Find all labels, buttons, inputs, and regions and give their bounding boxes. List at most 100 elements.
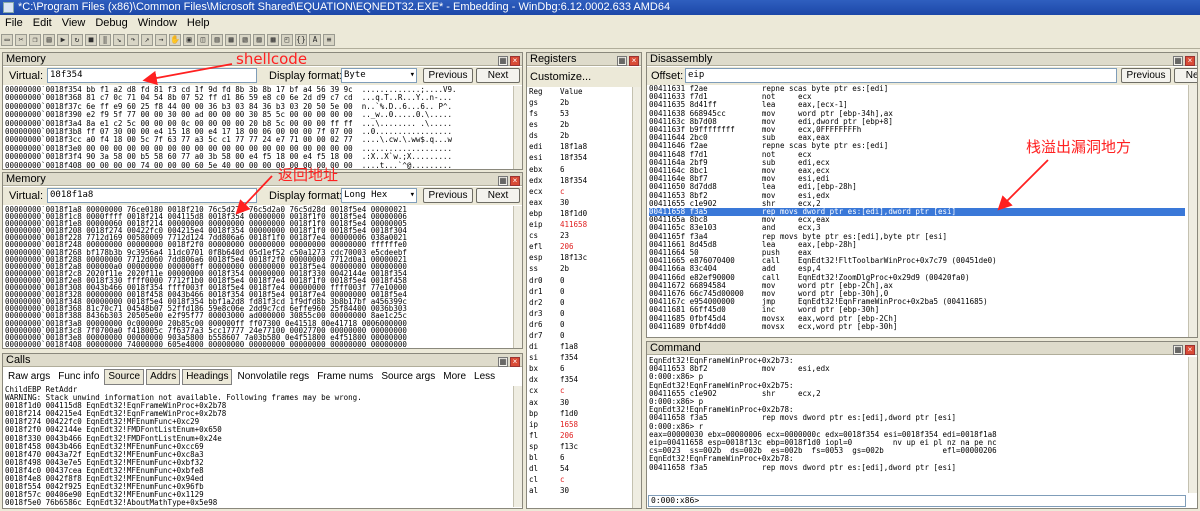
register-row[interactable]: dr1 0 <box>529 286 616 297</box>
register-value[interactable]: 18f1d0 <box>560 208 616 219</box>
close-icon[interactable]: × <box>510 56 520 66</box>
register-value[interactable]: 0 <box>560 286 616 297</box>
register-row[interactable]: si f354 <box>529 352 616 363</box>
step-out-icon[interactable]: ↗ <box>141 34 153 46</box>
register-value[interactable]: 30 <box>560 485 616 496</box>
register-value[interactable]: 206 <box>560 241 616 252</box>
pane-menu-icon[interactable]: ▦ <box>617 56 627 66</box>
register-row[interactable]: dr3 0 <box>529 308 616 319</box>
register-row[interactable]: dl 54 <box>529 463 616 474</box>
pane-menu-icon[interactable]: ▦ <box>1173 345 1183 355</box>
register-value[interactable]: c <box>560 474 616 485</box>
register-row[interactable]: bx 6 <box>529 363 616 374</box>
register-value[interactable]: 53 <box>560 108 616 119</box>
register-row[interactable]: esp 18f13c <box>529 252 616 263</box>
offset-input[interactable]: eip <box>685 68 1117 83</box>
register-value[interactable]: 411658 <box>560 219 616 230</box>
register-row[interactable]: sp f13c <box>529 441 616 452</box>
register-row[interactable]: cs 23 <box>529 230 616 241</box>
register-row[interactable]: al 30 <box>529 485 616 496</box>
register-row[interactable]: ebp 18f1d0 <box>529 208 616 219</box>
register-value[interactable]: 18f1a8 <box>560 141 616 152</box>
step-into-icon[interactable]: ↘ <box>113 34 125 46</box>
register-value[interactable]: 0 <box>560 308 616 319</box>
register-value[interactable]: 6 <box>560 452 616 463</box>
register-value[interactable]: 206 <box>560 430 616 441</box>
scrollbar[interactable] <box>513 386 522 507</box>
register-value[interactable]: 0 <box>560 319 616 330</box>
disassembly-listing[interactable]: 00411631 f2ae repne scas byte ptr es:[ed… <box>649 85 1185 337</box>
raw-args-button[interactable]: Raw args <box>5 370 53 384</box>
menu-debug[interactable]: Debug <box>90 15 132 32</box>
register-value[interactable]: 18f354 <box>560 152 616 163</box>
locals-icon[interactable]: ▥ <box>211 34 223 46</box>
copy-icon[interactable]: ❐ <box>29 34 41 46</box>
register-value[interactable]: 1658 <box>560 419 616 430</box>
register-value[interactable]: 2b <box>560 263 616 274</box>
paste-icon[interactable]: ▤ <box>43 34 55 46</box>
register-row[interactable]: dr2 0 <box>529 297 616 308</box>
register-row[interactable]: eax 30 <box>529 197 616 208</box>
register-row[interactable]: dr6 0 <box>529 319 616 330</box>
register-value[interactable]: c <box>560 186 616 197</box>
source-mode-icon[interactable]: {} <box>295 34 307 46</box>
register-row[interactable]: fl 206 <box>529 430 616 441</box>
register-value[interactable]: 0 <box>560 297 616 308</box>
close-icon[interactable]: × <box>1185 56 1195 66</box>
address-input[interactable]: 0018f1a8 <box>47 188 257 203</box>
register-value[interactable]: 54 <box>560 463 616 474</box>
menu-edit[interactable]: Edit <box>28 15 57 32</box>
register-value[interactable]: 2b <box>560 130 616 141</box>
register-row[interactable]: eip 411658 <box>529 219 616 230</box>
display-format-select[interactable]: Byte <box>341 68 417 83</box>
register-row[interactable]: dx f354 <box>529 374 616 385</box>
register-row[interactable]: edi 18f1a8 <box>529 141 616 152</box>
register-value[interactable]: 6 <box>560 363 616 374</box>
register-value[interactable]: f354 <box>560 374 616 385</box>
register-row[interactable]: di f1a8 <box>529 341 616 352</box>
register-value[interactable]: f1d0 <box>560 408 616 419</box>
less-button[interactable]: Less <box>471 370 498 384</box>
cut-icon[interactable]: ✂ <box>15 34 27 46</box>
command-input[interactable]: 0:000:x86> <box>648 495 1186 507</box>
next-button[interactable]: Next <box>476 68 520 83</box>
previous-button[interactable]: Previous <box>1121 68 1171 83</box>
customize-button[interactable]: Customize... <box>530 71 591 83</box>
more-button[interactable]: More <box>440 370 469 384</box>
disasm-icon[interactable]: ▩ <box>267 34 279 46</box>
register-value[interactable]: 0 <box>560 330 616 341</box>
call-stack-list[interactable]: ChildEBP RetAddr WARNING: Stack unwind in… <box>5 386 510 507</box>
options-icon[interactable]: ≡ <box>323 34 335 46</box>
close-icon[interactable]: × <box>629 56 639 66</box>
previous-button[interactable]: Previous <box>423 188 473 203</box>
register-value[interactable]: 6 <box>560 164 616 175</box>
register-value[interactable]: f13c <box>560 441 616 452</box>
registers-icon[interactable]: ▦ <box>225 34 237 46</box>
register-row[interactable]: bp f1d0 <box>529 408 616 419</box>
pane-menu-icon[interactable]: ▦ <box>1173 56 1183 66</box>
scrollbar[interactable] <box>632 87 641 508</box>
register-row[interactable]: esi 18f354 <box>529 152 616 163</box>
register-value[interactable]: 2b <box>560 97 616 108</box>
register-row[interactable]: cx c <box>529 385 616 396</box>
memory-dump[interactable]: 00000000`0018f354 bb f1 a2 d8 fd 81 f3 c… <box>5 86 510 169</box>
register-row[interactable]: ss 2b <box>529 263 616 274</box>
register-row[interactable]: dr7 0 <box>529 330 616 341</box>
register-row[interactable]: edx 18f354 <box>529 175 616 186</box>
memory-icon[interactable]: ▧ <box>239 34 251 46</box>
pane-menu-icon[interactable]: ▦ <box>498 56 508 66</box>
register-row[interactable]: ebx 6 <box>529 164 616 175</box>
nonvolatile-regs-button[interactable]: Nonvolatile regs <box>234 370 312 384</box>
source-button[interactable]: Source <box>104 369 145 385</box>
scrollbar[interactable] <box>1188 357 1197 493</box>
restart-icon[interactable]: ↻ <box>71 34 83 46</box>
next-button[interactable]: Next <box>476 188 520 203</box>
menu-window[interactable]: Window <box>133 15 182 32</box>
scratch-icon[interactable]: ◰ <box>281 34 293 46</box>
register-value[interactable]: f1a8 <box>560 341 616 352</box>
frame-nums-button[interactable]: Frame nums <box>314 370 376 384</box>
watch-icon[interactable]: ◫ <box>197 34 209 46</box>
memory-dump[interactable]: 00000000`0018f1a8 00000000 76ce0180 0018… <box>5 206 510 348</box>
register-value[interactable]: 0 <box>560 275 616 286</box>
register-row[interactable]: gs 2b <box>529 97 616 108</box>
